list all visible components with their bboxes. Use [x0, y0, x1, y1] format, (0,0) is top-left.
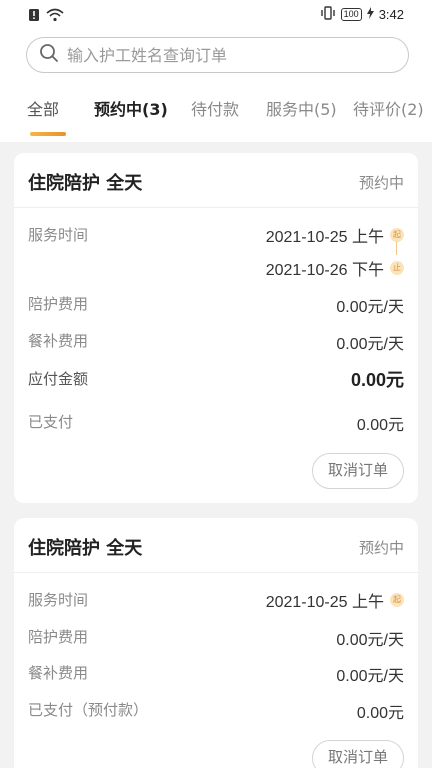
meal-fee-value: 0.00元/天 [336, 668, 404, 685]
vibrate-icon [320, 6, 336, 23]
top-header: 100 3:42 全部 预约中(3) 待付款 服务中(5) 待评价(2) [0, 0, 432, 142]
search-icon [39, 43, 59, 67]
start-badge: 起 [390, 593, 404, 607]
order-status: 预约中 [358, 539, 404, 557]
battery-indicator: 100 [340, 8, 362, 21]
tab-pending-payment[interactable]: 待付款 [191, 96, 239, 120]
start-time-value: 2021-10-25 上午 [265, 229, 384, 246]
charging-icon [366, 7, 374, 22]
care-fee-label: 陪护费用 [28, 628, 89, 646]
active-tab-indicator [30, 132, 66, 136]
paid-value: 0.00元 [356, 705, 404, 722]
care-fee-value: 0.00元/天 [336, 299, 404, 316]
wifi-icon [46, 7, 64, 26]
order-title: 住院陪护 全天 [28, 538, 143, 559]
payable-label: 应付金额 [28, 370, 89, 388]
order-card-header: 住院陪护 全天 预约中 [14, 153, 418, 208]
cancel-order-button[interactable]: 取消订单 [312, 740, 404, 768]
meal-fee-label: 餐补费用 [28, 664, 89, 682]
service-time-label: 服务时间 [28, 226, 89, 244]
payable-value: 0.00元 [350, 370, 404, 390]
start-time-value: 2021-10-25 上午 [265, 594, 384, 611]
start-badge: 起 [390, 228, 404, 242]
paid-label: 已支付 [28, 413, 74, 431]
tab-reserved[interactable]: 预约中(3) [94, 96, 168, 120]
tab-in-service[interactable]: 服务中(5) [266, 96, 337, 120]
status-right: 100 3:42 [320, 6, 404, 23]
meal-fee-value: 0.00元/天 [336, 336, 404, 353]
tab-all[interactable]: 全部 [27, 96, 59, 120]
service-time-label: 服务时间 [28, 591, 89, 609]
paid-value: 0.00元 [356, 417, 404, 434]
meal-fee-label: 餐补费用 [28, 332, 89, 350]
cancel-order-button[interactable]: 取消订单 [312, 453, 404, 489]
order-card-header: 住院陪护 全天 预约中 [14, 518, 418, 573]
status-bar: 100 3:42 [0, 0, 432, 30]
order-card[interactable]: 住院陪护 全天 预约中 服务时间 2021-10-25 上午 起 陪护费用 0.… [14, 518, 418, 768]
status-left [28, 7, 64, 26]
order-status: 预约中 [358, 174, 404, 192]
paid-label: 已支付（预付款） [28, 701, 149, 719]
order-title: 住院陪护 全天 [28, 173, 143, 194]
service-end-time: 2021-10-26 下午 止 [266, 256, 404, 280]
end-badge: 止 [390, 261, 404, 275]
time-connector-line [396, 241, 397, 255]
end-time-value: 2021-10-26 下午 [265, 262, 384, 279]
tab-to-review[interactable]: 待评价(2) [353, 96, 424, 120]
clock: 3:42 [378, 7, 404, 22]
service-start-time: 2021-10-25 上午 起 [266, 223, 404, 247]
care-fee-label: 陪护费用 [28, 295, 89, 313]
order-card[interactable]: 住院陪护 全天 预约中 服务时间 2021-10-25 上午 起 2021-10… [14, 153, 418, 503]
order-tabs: 全部 预约中(3) 待付款 服务中(5) 待评价(2) [0, 96, 432, 142]
alert-icon [28, 7, 40, 26]
service-start-time: 2021-10-25 上午 起 [266, 588, 404, 612]
search-bar[interactable] [26, 37, 409, 73]
care-fee-value: 0.00元/天 [336, 632, 404, 649]
search-input[interactable] [67, 38, 408, 72]
